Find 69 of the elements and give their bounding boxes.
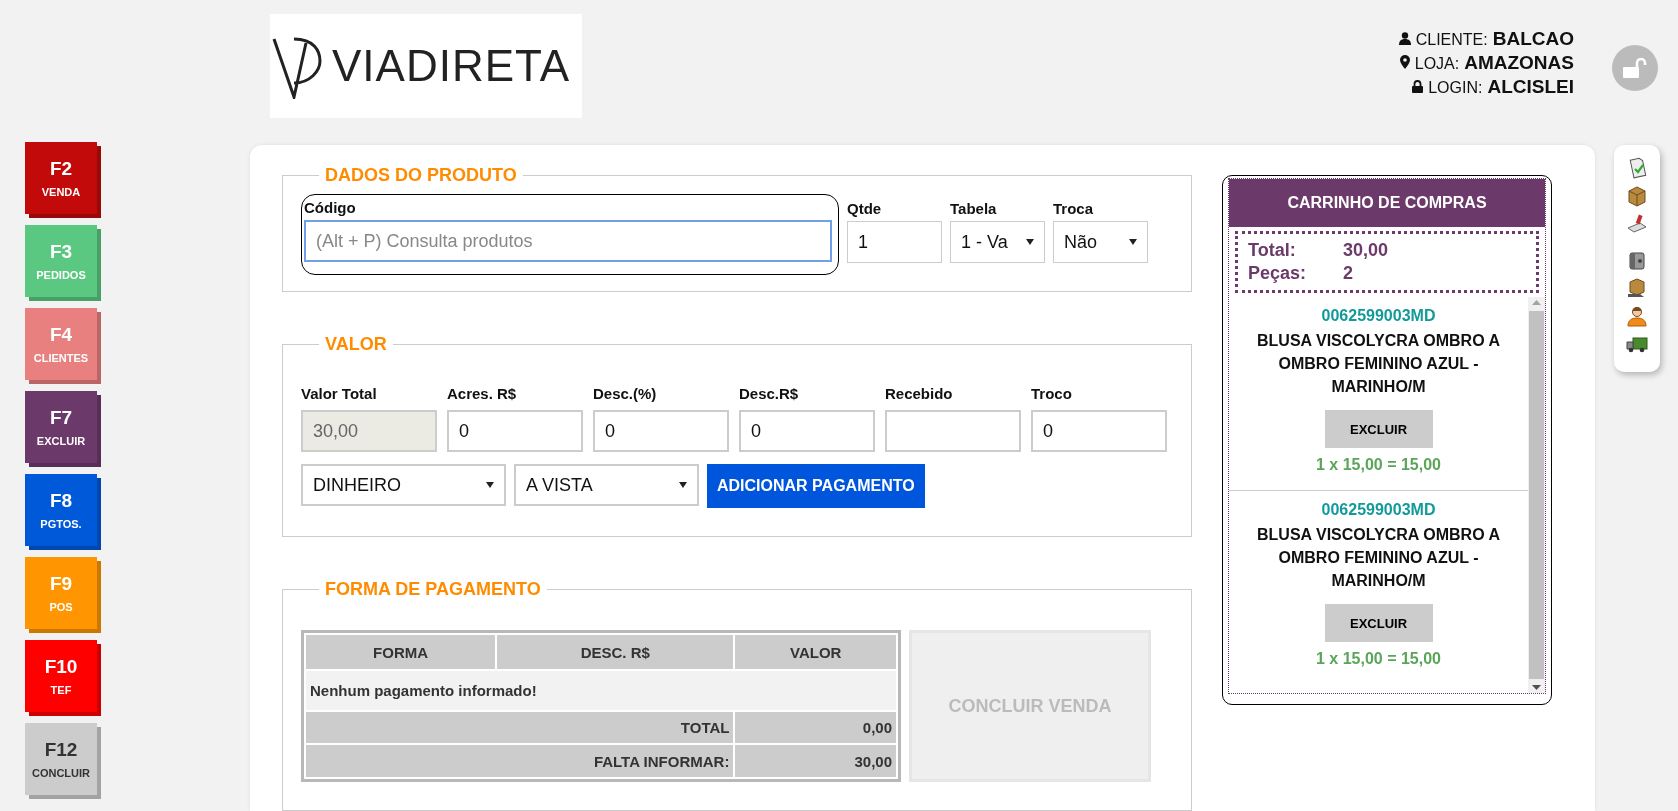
field-label: Recebido [885,385,954,402]
scrollbar[interactable] [1528,297,1545,693]
summary-label: Total: [1248,240,1297,261]
summary-value: 30,00 [1343,240,1390,261]
value-field[interactable]: 0 [739,410,875,452]
exchange-select[interactable]: Não [1053,221,1148,263]
item-price: 1 x 15,00 = 15,00 [1316,650,1441,668]
product-code: 0062599003MD [1321,501,1436,519]
caret-icon [679,482,687,488]
stamp-icon[interactable] [1627,214,1647,233]
summary-value: 2 [1343,263,1354,284]
field-label: Troco [1031,385,1073,402]
field-label: Desc.R$ [739,385,800,402]
empty-message: Nenhum pagamento informado! [306,671,896,710]
section-title: FORMA DE PAGAMENTO [324,579,542,600]
quantity-field[interactable]: 1 [847,221,942,263]
person-icon[interactable] [1627,307,1647,327]
user-icon [1398,32,1411,45]
column-header: FORMA [306,635,496,669]
field-label: Acres. R$ [447,385,518,402]
value-field[interactable]: 0 [1031,410,1167,452]
value-field[interactable]: 0 [447,410,583,452]
section-title: VALOR [324,334,388,355]
item-price: 1 x 15,00 = 15,00 [1316,456,1441,474]
info-label: LOJA: [1414,55,1460,73]
value-field[interactable]: 0 [593,410,729,452]
safe-icon[interactable] [1629,252,1645,270]
info-value: AMAZONAS [1464,52,1574,74]
product-name: BLUSA VISCOLYCRA OMBRO A OMBRO FEMININO AZUL - MARINHO/M [1256,331,1501,397]
add-payment-button[interactable]: ADICIONAR PAGAMENTO [707,464,925,508]
section-title: DADOS DO PRODUTO [324,165,518,186]
box-icon[interactable] [1628,186,1646,207]
caret-icon [1026,239,1034,245]
field-label: Desc.(%) [593,385,658,402]
truck-icon[interactable] [1626,337,1648,353]
table-select[interactable]: 1 - Va [950,221,1045,263]
total-label: TOTAL [306,711,734,744]
caret-icon [1129,239,1137,245]
total-value: 30,00 [735,745,896,777]
info-label: CLIENTE: [1415,31,1488,49]
total-value: 0,00 [735,711,896,744]
field-label: Valor Total [301,385,378,402]
payment-method-select[interactable]: DINHEIRO [301,464,506,506]
remove-button[interactable]: EXCLUIR [1324,604,1433,642]
column-header: VALOR [735,635,896,669]
cart-title: CARRINHO DE COMPRAS [1229,179,1545,227]
lock-icon [1412,80,1424,93]
payment-terms-select[interactable]: A VISTA [514,464,699,506]
field-label: Tabela [950,200,998,217]
total-label: FALTA INFORMAR: [306,745,734,777]
info-value: BALCAO [1492,28,1574,50]
document-check-icon[interactable] [1629,157,1647,179]
caret-icon [486,482,494,488]
info-value: ALCISLEI [1487,76,1574,98]
value-field[interactable] [885,410,1021,452]
column-header: DESC. R$ [497,635,734,669]
field-label: Código [304,199,357,216]
info-label: LOGIN: [1428,79,1483,97]
field-label: Troca [1053,200,1095,217]
box-hand-icon[interactable] [1628,278,1645,297]
summary-label: Peças: [1248,263,1308,284]
field-label: Qtde [847,200,883,217]
product-search-field[interactable]: (Alt + P) Consulta produtos [304,220,832,262]
product-code: 0062599003MD [1321,307,1436,325]
product-name: BLUSA VISCOLYCRA OMBRO A OMBRO FEMININO AZUL - MARINHO/M [1256,525,1501,591]
map-pin-icon [1399,55,1410,69]
padlock-icon [1623,58,1647,78]
logo-text: VIADIRETA [332,41,570,91]
remove-button[interactable]: EXCLUIR [1324,410,1433,448]
